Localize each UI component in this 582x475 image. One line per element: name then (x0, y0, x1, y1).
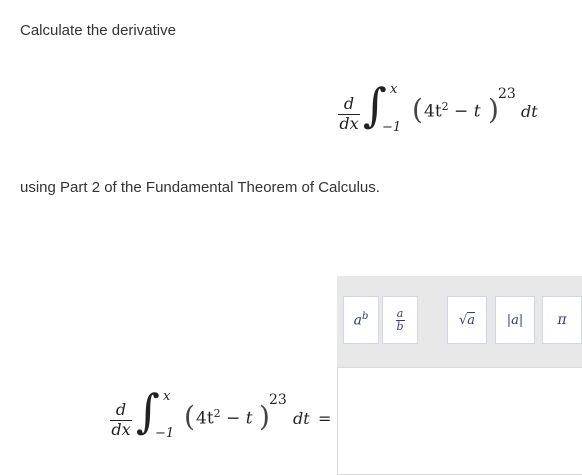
power-icon: ab (353, 311, 369, 329)
left-paren: ( (412, 93, 423, 126)
equals-sign: = (318, 409, 332, 428)
upper-limit: x (390, 82, 398, 97)
outer-exponent-answer: 23 (269, 392, 287, 408)
integrand-base-answer: 4t (196, 408, 214, 429)
fraction-button[interactable]: ab (382, 296, 418, 344)
integrand-base: 4t (424, 101, 442, 122)
ddx-fraction-answer: d dx (110, 401, 132, 439)
ddx-numerator-answer: d (115, 400, 127, 419)
power-button[interactable]: ab (343, 296, 379, 344)
ddx-denominator-answer: dx (111, 420, 131, 439)
instruction-line-1: Calculate the derivative (20, 22, 176, 39)
ddx-numerator: d (343, 94, 355, 113)
differential-dt: dt (521, 102, 538, 121)
integrand-base-exponent: 2 (441, 100, 449, 113)
integrand-base-exponent-answer: 2 (213, 407, 221, 420)
answer-input[interactable] (337, 367, 582, 475)
fraction-icon: ab (395, 306, 405, 333)
lower-limit: −1 (382, 120, 402, 135)
abs-icon: |a| (506, 312, 524, 328)
sqrt-icon: √a (458, 311, 476, 328)
pi-icon: π (557, 312, 567, 328)
abs-button[interactable]: |a| (495, 296, 535, 344)
instruction-line-2: using Part 2 of the Fundamental Theorem … (20, 179, 380, 196)
lower-limit-answer: −1 (155, 426, 175, 441)
ddx-fraction: d dx (338, 95, 360, 133)
upper-limit-answer: x (163, 389, 171, 404)
ddx-denominator: dx (339, 114, 359, 133)
pi-button[interactable]: π (542, 296, 582, 344)
toolbar-buttons: ab ab √a |a| π (343, 296, 582, 344)
sqrt-button[interactable]: √a (447, 296, 487, 344)
outer-exponent: 23 (498, 86, 516, 102)
integrand-answer: 4t2 − t (196, 407, 253, 429)
left-paren-answer: ( (184, 400, 195, 433)
differential-dt-answer: dt (293, 409, 310, 428)
integrand-rest-answer: − t (220, 408, 253, 429)
integrand: 4t2 − t (424, 100, 481, 122)
math-toolbar: ab ab √a |a| π (337, 276, 582, 367)
integrand-rest: − t (448, 101, 481, 122)
